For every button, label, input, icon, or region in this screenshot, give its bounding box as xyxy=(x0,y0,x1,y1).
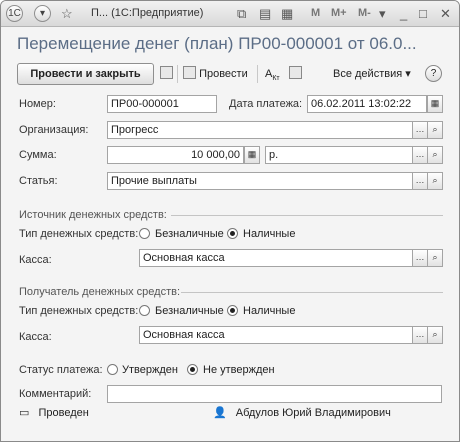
window-title: П... (1С:Предприятие) xyxy=(91,7,204,19)
status-approved-label[interactable]: Утвержден xyxy=(122,364,178,376)
user-icon: 👤 xyxy=(213,407,227,419)
receiver-type-label: Тип денежных средств: xyxy=(19,305,139,317)
minimize-window-icon[interactable]: _ xyxy=(400,5,407,22)
number-label: Номер: xyxy=(19,98,56,110)
currency-select-button[interactable]: … xyxy=(412,146,428,164)
receiver-section-title: Получатель денежных средств: xyxy=(19,286,181,298)
section-divider xyxy=(171,215,443,216)
payment-status-label: Статус платежа: xyxy=(19,364,103,376)
close-icon[interactable]: ✕ xyxy=(440,5,451,22)
receiver-cashless-radio[interactable] xyxy=(139,305,150,316)
article-label: Статья: xyxy=(19,175,58,187)
source-cashbox-field[interactable]: Основная касса xyxy=(139,249,413,267)
source-cash-radio[interactable] xyxy=(227,228,238,239)
source-cash-label[interactable]: Наличные xyxy=(243,228,295,240)
receiver-cash-label[interactable]: Наличные xyxy=(243,305,295,317)
minimize-icon[interactable]: ▾ xyxy=(379,5,386,22)
source-cashless-radio[interactable] xyxy=(139,228,150,239)
receiver-cashbox-label: Касса: xyxy=(19,331,52,343)
sum-field[interactable]: 10 000,00 xyxy=(107,146,244,164)
calculator-icon[interactable]: ▦ xyxy=(281,5,293,22)
memory-m-plus-button[interactable]: M+ xyxy=(331,7,347,19)
title-bar: 1С ▾ ☆ П... (1С:Предприятие) ⧉ ▤ ▦ M M+ … xyxy=(1,1,459,27)
toolbar-divider xyxy=(177,65,178,83)
organization-field[interactable]: Прогресс xyxy=(107,121,413,139)
source-section-title: Источник денежных средств: xyxy=(19,209,167,221)
source-type-label: Тип денежных средств: xyxy=(19,228,139,240)
organization-select-button[interactable]: … xyxy=(412,121,428,139)
organization-open-search-icon[interactable]: ⌕ xyxy=(427,121,443,139)
memory-m-minus-button[interactable]: M- xyxy=(358,7,371,19)
memory-m-button[interactable]: M xyxy=(311,7,320,19)
all-actions-menu[interactable]: Все действия ▾ xyxy=(333,66,411,82)
status-not-approved-label[interactable]: Не утвержден xyxy=(203,364,275,376)
favorite-star-icon[interactable]: ☆ xyxy=(61,5,73,22)
article-field[interactable]: Прочие выплаты xyxy=(107,172,413,190)
posted-status-text: Проведен xyxy=(38,407,89,419)
payment-date-field[interactable]: 06.02.2011 13:02:22 xyxy=(307,95,427,113)
receiver-cash-radio[interactable] xyxy=(227,305,238,316)
calendar-icon[interactable]: ▦ xyxy=(427,95,443,113)
all-actions-label: Все действия xyxy=(333,68,403,80)
receiver-cashless-label[interactable]: Безналичные xyxy=(155,305,224,317)
menu-dropdown-icon[interactable]: ▾ xyxy=(34,5,51,22)
posted-status: ▭ Проведен xyxy=(19,406,89,419)
save-icon[interactable] xyxy=(160,66,173,82)
organization-label: Организация: xyxy=(19,124,89,136)
currency-open-search-icon[interactable]: ⌕ xyxy=(427,146,443,164)
command-bar: Провести и закрыть Провести AКт Все дейс… xyxy=(17,63,447,87)
source-cashbox-search-icon[interactable]: ⌕ xyxy=(427,249,443,267)
status-not-approved-radio[interactable] xyxy=(187,364,198,375)
document-window: 1С ▾ ☆ П... (1С:Предприятие) ⧉ ▤ ▦ M M+ … xyxy=(0,0,460,442)
chevron-down-icon: ▾ xyxy=(405,68,411,80)
sum-label: Сумма: xyxy=(19,149,57,161)
section-divider xyxy=(181,292,443,293)
app-logo-icon[interactable]: 1С xyxy=(6,5,23,22)
toolbar-divider xyxy=(257,65,258,83)
movements-icon[interactable]: AКт xyxy=(265,66,280,87)
comment-field[interactable] xyxy=(107,385,442,403)
help-button[interactable]: ? xyxy=(425,65,442,82)
document-posted-icon: ▭ xyxy=(19,407,30,419)
source-cashbox-label: Касса: xyxy=(19,254,52,266)
payment-date-label: Дата платежа: xyxy=(229,98,303,110)
receiver-cashbox-field[interactable]: Основная касса xyxy=(139,326,413,344)
link-icon[interactable]: ⧉ xyxy=(237,5,246,22)
article-open-search-icon[interactable]: ⌕ xyxy=(427,172,443,190)
article-select-button[interactable]: … xyxy=(412,172,428,190)
comment-label: Комментарий: xyxy=(19,388,92,400)
post-and-close-button[interactable]: Провести и закрыть xyxy=(17,63,154,85)
source-cashless-label[interactable]: Безналичные xyxy=(155,228,224,240)
post-button[interactable]: Провести xyxy=(183,66,248,82)
receiver-cashbox-search-icon[interactable]: ⌕ xyxy=(427,326,443,344)
linked-documents-icon[interactable] xyxy=(289,66,302,82)
document-title: Перемещение денег (план) ПР00-000001 от … xyxy=(17,34,417,53)
post-document-icon xyxy=(183,66,196,79)
author-info: 👤 Абдулов Юрий Владимирович xyxy=(213,406,391,419)
receiver-cashbox-select-button[interactable]: … xyxy=(412,326,428,344)
currency-field[interactable]: р. xyxy=(265,146,413,164)
maximize-icon[interactable]: □ xyxy=(419,5,427,22)
source-cashbox-select-button[interactable]: … xyxy=(412,249,428,267)
status-approved-radio[interactable] xyxy=(107,364,118,375)
number-field[interactable]: ПР00-000001 xyxy=(107,95,217,113)
post-button-label: Провести xyxy=(199,68,248,80)
calculator-icon[interactable]: ▦ xyxy=(244,146,260,164)
author-name: Абдулов Юрий Владимирович xyxy=(235,407,391,419)
print-icon[interactable]: ▤ xyxy=(259,5,271,22)
